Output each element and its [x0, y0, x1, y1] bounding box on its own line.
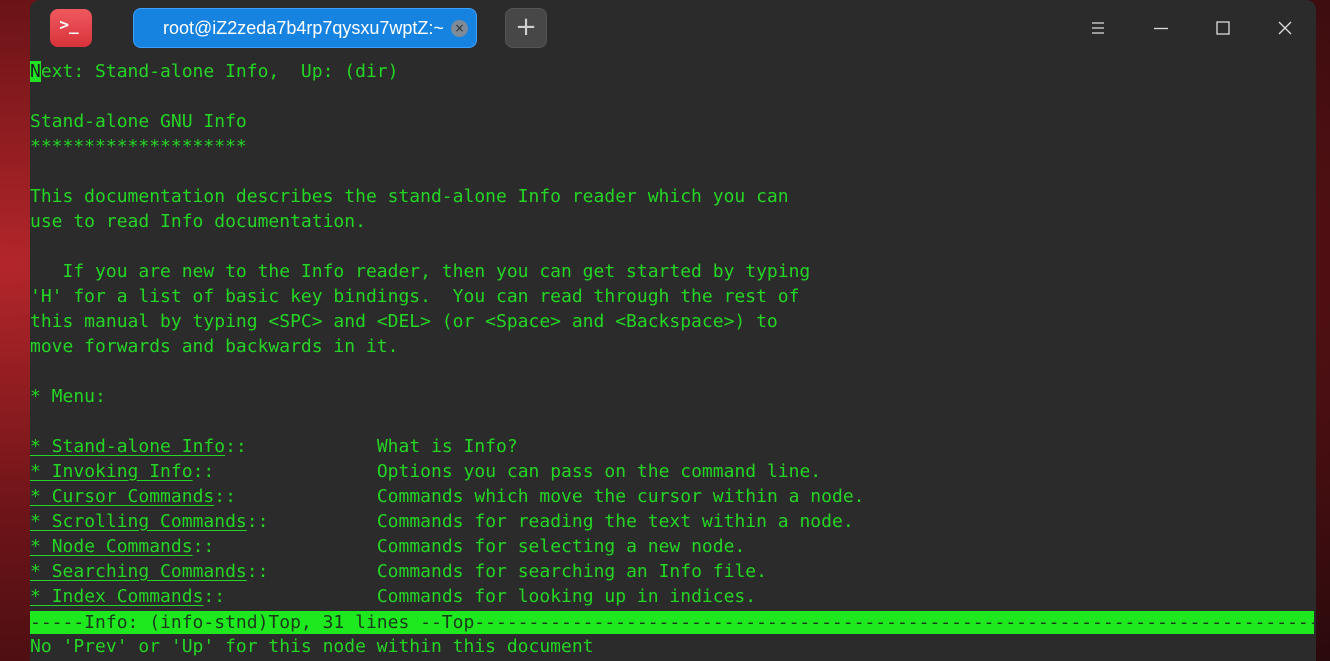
menu-item[interactable]: * Scrolling Commands:: Commands for read…	[30, 509, 854, 534]
menu-item[interactable]: * Index Commands:: Commands for looking …	[30, 584, 756, 609]
menu-item[interactable]: * Node Commands:: Commands for selecting…	[30, 534, 745, 559]
mode-line-status: -----Info: (info-stnd)Top, 31 lines --To…	[30, 611, 1314, 634]
terminal-app-icon[interactable]: >_	[50, 9, 92, 47]
new-tab-button[interactable]: +	[505, 8, 547, 48]
paragraph-line: This documentation describes the stand-a…	[30, 186, 789, 207]
paragraph-line: If you are new to the Info reader, then …	[30, 261, 811, 282]
terminal-window: >_ root@iZ2zeda7b4rp7qysxu7wptZ:~ × + Ne…	[30, 0, 1316, 661]
menu-heading: * Menu:	[30, 386, 106, 407]
menu-icon[interactable]	[1081, 12, 1115, 46]
echo-area-message: No 'Prev' or 'Up' for this node within t…	[30, 636, 594, 657]
terminal-content[interactable]: Next: Stand-alone Info, Up: (dir) Stand-…	[30, 58, 1316, 661]
minimize-icon[interactable]	[1144, 12, 1178, 46]
paragraph-line: use to read Info documentation.	[30, 211, 366, 232]
menu-item[interactable]: * Searching Commands:: Commands for sear…	[30, 559, 767, 584]
paragraph-line: move forwards and backwards in it.	[30, 336, 399, 357]
title-bar[interactable]: >_ root@iZ2zeda7b4rp7qysxu7wptZ:~ × +	[30, 0, 1316, 58]
maximize-icon[interactable]	[1206, 12, 1240, 46]
menu-item-description: Commands for selecting a new node.	[376, 536, 746, 557]
paragraph-line: 'H' for a list of basic key bindings. Yo…	[30, 286, 800, 307]
menu-item-description: Commands for reading the text within a n…	[376, 511, 854, 532]
text-cursor: N	[30, 61, 41, 82]
menu-item-description: What is Info?	[376, 436, 518, 457]
info-node-header: Next: Stand-alone Info, Up: (dir)	[30, 61, 399, 82]
menu-item[interactable]: * Invoking Info:: Options you can pass o…	[30, 459, 821, 484]
menu-item-description: Options you can pass on the command line…	[376, 461, 822, 482]
menu-item[interactable]: * Cursor Commands:: Commands which move …	[30, 484, 865, 509]
menu-item-description: Commands for looking up in indices.	[376, 586, 757, 607]
menu-item-description: Commands for searching an Info file.	[376, 561, 767, 582]
document-title: Stand-alone GNU Info	[30, 111, 247, 132]
menu-item-description: Commands which move the cursor within a …	[376, 486, 865, 507]
tab-title: root@iZ2zeda7b4rp7qysxu7wptZ:~	[163, 17, 444, 38]
title-underline: ********************	[30, 136, 247, 157]
paragraph-line: this manual by typing <SPC> and <DEL> (o…	[30, 311, 778, 332]
menu-item[interactable]: * Stand-alone Info:: What is Info?	[30, 434, 518, 459]
tab-close-icon[interactable]: ×	[451, 20, 468, 37]
close-icon[interactable]	[1268, 12, 1302, 46]
tab-terminal-session[interactable]: root@iZ2zeda7b4rp7qysxu7wptZ:~ ×	[133, 8, 477, 48]
